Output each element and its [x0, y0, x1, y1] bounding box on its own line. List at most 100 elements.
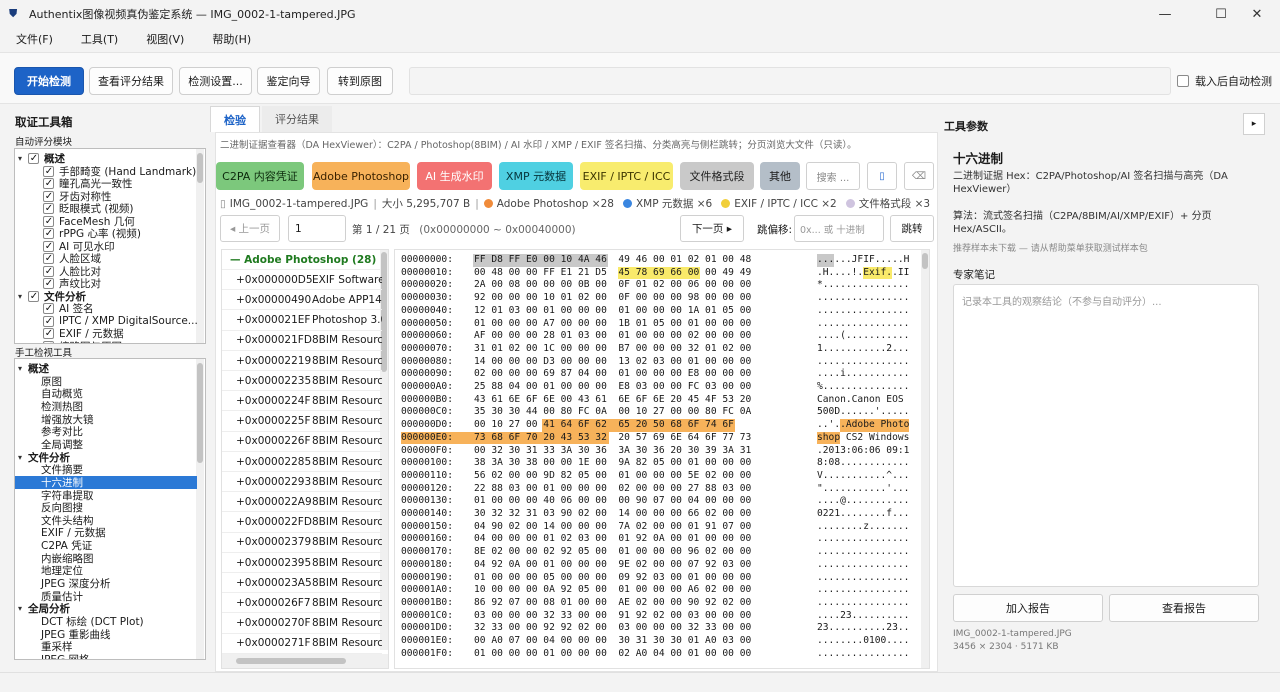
hex-ascii[interactable]: ......JFIF.....H	[817, 254, 909, 267]
hex-bytes[interactable]: 32 33 00 00 92 92 02 00 03 00 00 00 32 3…	[474, 622, 751, 635]
expert-notes-input[interactable]: 记录本工具的观察结论（不参与自动评分）...	[953, 284, 1259, 587]
hex-bytes[interactable]: 2A 00 08 00 00 00 0B 00 0F 01 02 00 06 0…	[474, 279, 751, 292]
hex-bytes[interactable]: 14 00 00 00 D3 00 00 00 13 02 03 00 01 0…	[474, 356, 751, 369]
tab-inspect[interactable]: 检验	[210, 106, 260, 132]
hex-ascii[interactable]: 1...........2...	[817, 343, 909, 356]
hex-bytes[interactable]: 04 00 00 00 01 02 03 00 01 92 0A 00 01 0…	[474, 533, 751, 546]
hex-ascii[interactable]: ....23..........	[817, 610, 909, 623]
tree-checkbox[interactable]	[43, 215, 54, 227]
hex-bytes[interactable]: 12 01 03 00 01 00 00 00 01 00 00 00 1A 0…	[474, 305, 751, 318]
jump-offset-input[interactable]: 0x... 或 十进制	[794, 215, 884, 242]
hex-bytes[interactable]: 04 90 02 00 14 00 00 00 7A 02 00 00 01 9…	[474, 521, 751, 534]
minimize-button[interactable]: —	[1142, 0, 1188, 28]
signature-group-header[interactable]: — Adobe Photoshop (28)	[222, 250, 382, 270]
hex-ascii[interactable]: %...............	[817, 381, 909, 394]
chevron-down-icon[interactable]: ▾	[18, 154, 28, 163]
hex-bytes[interactable]: 25 88 04 00 01 00 00 00 E8 03 00 00 FC 0…	[474, 381, 751, 394]
tree-checkbox[interactable]	[43, 265, 54, 277]
close-button[interactable]: ✕	[1234, 0, 1280, 28]
hex-bytes[interactable]: 00 A0 07 00 04 00 00 00 30 31 30 30 01 A…	[474, 635, 751, 648]
hex-ascii[interactable]: 500D......'.....	[817, 406, 909, 419]
hex-bytes[interactable]: 8E 02 00 00 02 92 05 00 01 00 00 00 96 0…	[474, 546, 751, 559]
tree-checkbox[interactable]	[43, 315, 54, 327]
signature-row[interactable]: +0x00002379 8BIM Resource	[222, 533, 382, 553]
hex-ascii[interactable]: ................	[817, 584, 909, 597]
menu-view[interactable]: 视图(V)	[146, 31, 184, 47]
hex-bytes[interactable]: 00 10 27 00 41 64 6F 62 65 20 50 68 6F 7…	[474, 419, 734, 432]
prev-page-button[interactable]: ◂ 上一页	[220, 215, 280, 242]
hex-bytes[interactable]: 04 92 0A 00 01 00 00 00 9E 02 00 00 07 9…	[474, 559, 751, 572]
hex-ascii[interactable]: ................	[817, 356, 909, 369]
hex-ascii[interactable]: ................	[817, 546, 909, 559]
tree-checkbox[interactable]	[43, 203, 54, 214]
start-detect-button[interactable]: 开始检测	[14, 67, 84, 95]
auto-tree-item[interactable]: 缩略图与原图	[43, 340, 122, 343]
signature-row[interactable]: +0x000000D5 EXIF Software	[222, 270, 382, 291]
view-scores-button[interactable]: 查看评分结果	[89, 67, 173, 95]
hex-ascii[interactable]: "...........'...	[817, 483, 909, 496]
chevron-down-icon[interactable]: ▾	[18, 364, 28, 373]
hex-ascii[interactable]: ........0100....	[817, 635, 909, 648]
tree-checkbox[interactable]	[43, 328, 54, 339]
hex-ascii[interactable]: ................	[817, 559, 909, 572]
hex-bytes[interactable]: 86 92 07 00 08 01 00 00 AE 02 00 00 90 9…	[474, 597, 751, 610]
manual-tree-scrollbar[interactable]	[196, 359, 204, 659]
menu-tools[interactable]: 工具(T)	[81, 31, 118, 47]
chevron-down-icon[interactable]: ▾	[18, 453, 28, 462]
page-spinner[interactable]: 1	[288, 215, 346, 242]
category-chip[interactable]: 文件格式段	[680, 162, 754, 190]
hex-ascii[interactable]: shop CS2 Windows	[817, 432, 909, 445]
hex-bytes[interactable]: 01 00 00 00 40 06 00 00 00 90 07 00 04 0…	[474, 495, 751, 508]
jump-button[interactable]: 跳转	[890, 215, 934, 242]
tree-checkbox[interactable]	[43, 240, 54, 252]
signature-row[interactable]: +0x0000225F 8BIM Resource	[222, 412, 382, 432]
hex-bytes[interactable]: 01 00 00 00 A7 00 00 00 1B 01 05 00 01 0…	[474, 318, 751, 331]
hex-dump[interactable]: 00000000: FF D8 FF E0 00 10 4A 46 49 46 0…	[394, 249, 930, 669]
goto-original-button[interactable]: 转到原图	[327, 67, 393, 95]
tree-checkbox[interactable]	[43, 228, 54, 239]
hex-ascii[interactable]: Canon.Canon EOS	[817, 394, 909, 407]
hex-bytes[interactable]: 56 02 00 00 9D 82 05 00 01 00 00 00 5E 0…	[474, 470, 751, 483]
wizard-button[interactable]: 鉴定向导	[257, 67, 320, 95]
expand-button[interactable]: ▸	[1243, 113, 1265, 135]
signature-row[interactable]: +0x00002235 8BIM Resource	[222, 371, 382, 392]
tab-score-results[interactable]: 评分结果	[262, 106, 332, 132]
signature-row[interactable]: +0x000026F7 8BIM Resource	[222, 593, 382, 614]
hex-bytes[interactable]: 30 32 32 31 03 90 02 00 14 00 00 00 66 0…	[474, 508, 751, 521]
auto-detect-toggle[interactable]: 载入后自动检测	[1177, 73, 1272, 89]
tree-checkbox[interactable]	[43, 165, 54, 177]
hex-ascii[interactable]: ................	[817, 318, 909, 331]
hex-ascii[interactable]: ................	[817, 292, 909, 305]
hex-bytes[interactable]: 35 30 30 44 00 80 FC 0A 00 10 27 00 00 8…	[474, 406, 751, 419]
view-report-button[interactable]: 查看报告	[1109, 594, 1259, 622]
hex-ascii[interactable]: V...........^...	[817, 470, 909, 483]
manual-tool-tree[interactable]: ▾ 概述 原图 自动概览 检测热图 增强放大镜 参考对比 全局调整 ▾ 文件分析 文件摘要 十六进制字…	[14, 358, 206, 660]
hex-ascii[interactable]: ................	[817, 305, 909, 318]
search-input[interactable]: 搜索 ...	[806, 162, 860, 190]
signature-list-hscroll[interactable]	[222, 654, 388, 668]
category-chip[interactable]: Adobe Photoshop	[312, 162, 410, 190]
hex-bytes[interactable]: 10 00 00 00 0A 92 05 00 01 00 00 00 A6 0…	[474, 584, 751, 597]
category-chip[interactable]: AI 生成水印	[417, 162, 492, 190]
signature-row[interactable]: +0x000022FD 8BIM Resource	[222, 513, 382, 533]
tree-checkbox[interactable]	[43, 190, 54, 202]
chevron-down-icon[interactable]: ▾	[18, 292, 28, 301]
hex-bytes[interactable]: 02 00 00 00 69 87 04 00 01 00 00 00 E8 0…	[474, 368, 751, 381]
signature-row[interactable]: +0x00002285 8BIM Resource	[222, 452, 382, 472]
path-field[interactable]	[409, 67, 1171, 95]
next-page-button[interactable]: 下一页 ▸	[680, 215, 744, 242]
signature-row[interactable]: +0x000021FD 8BIM Resource	[222, 331, 382, 351]
tree-checkbox[interactable]	[43, 178, 54, 189]
menu-help[interactable]: 帮助(H)	[212, 31, 251, 47]
signature-row[interactable]: +0x000022A9 8BIM Resource	[222, 492, 382, 513]
signature-row[interactable]: +0x0000226F 8BIM Resource	[222, 432, 382, 452]
hex-bytes[interactable]: AF 00 00 00 28 01 03 00 01 00 00 00 02 0…	[474, 330, 751, 343]
hex-ascii[interactable]: 8:08............	[817, 457, 909, 470]
add-to-report-button[interactable]: 加入报告	[953, 594, 1103, 622]
signature-row[interactable]: +0x0000224F 8BIM Resource	[222, 391, 382, 412]
hex-ascii[interactable]: ..'..Adobe Photo	[817, 419, 909, 432]
hex-ascii[interactable]: ................	[817, 533, 909, 546]
auto-tree-item[interactable]: ▾概述	[18, 152, 65, 165]
category-chip[interactable]: EXIF / IPTC / ICC	[580, 162, 673, 190]
signature-row[interactable]: +0x0000271F 8BIM Resource	[222, 634, 382, 654]
